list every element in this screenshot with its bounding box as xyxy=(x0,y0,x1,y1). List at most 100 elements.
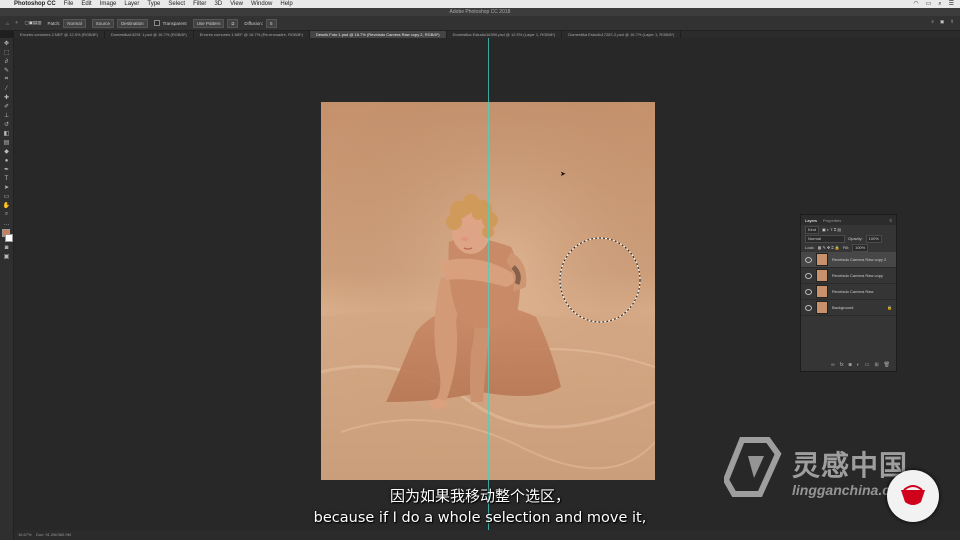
app-menu[interactable]: Photoshop CC xyxy=(14,0,56,8)
pattern-picker[interactable]: ⧄ xyxy=(227,18,239,28)
quick-mask-icon[interactable]: ◙ xyxy=(2,244,11,251)
status-bar: 16.67% Doc: 91.2M/360.9M xyxy=(14,530,960,540)
use-pattern-button[interactable]: Use Pattern xyxy=(192,18,225,28)
crop-tool-icon[interactable]: ⌗ xyxy=(2,76,11,83)
tab-layers[interactable]: Layers xyxy=(805,218,817,223)
blend-mode-select[interactable]: Normal xyxy=(805,234,845,243)
menu-file[interactable]: File xyxy=(64,0,74,8)
opacity-input[interactable]: 100% xyxy=(865,234,882,243)
gradient-tool-icon[interactable]: ▤ xyxy=(2,139,11,146)
lasso-tool-icon[interactable]: ∂ xyxy=(2,58,11,65)
menu-help[interactable]: Help xyxy=(280,0,292,8)
document-tabs: Errores comunes 2.NEF @ 12.5% (RGB/8*) D… xyxy=(14,31,960,38)
screen-mode-icon[interactable]: ▣ xyxy=(2,253,11,260)
menu-select[interactable]: Select xyxy=(168,0,185,8)
panel-menu-icon[interactable]: ≡ xyxy=(890,218,892,223)
menu-view[interactable]: View xyxy=(230,0,243,8)
eye-icon[interactable] xyxy=(805,288,812,295)
macos-menubar: Photoshop CC File Edit Image Layer Type … xyxy=(0,0,960,8)
workspace-icon[interactable]: ▣ xyxy=(940,19,944,25)
layer-thumbnail xyxy=(816,269,828,282)
stamp-tool-icon[interactable]: ⊥ xyxy=(2,112,11,119)
patch-tool-icon[interactable]: ✧ xyxy=(15,20,19,26)
menu-type[interactable]: Type xyxy=(147,0,160,8)
menu-filter[interactable]: Filter xyxy=(193,0,206,8)
menu-window[interactable]: Window xyxy=(251,0,272,8)
menu-edit[interactable]: Edit xyxy=(81,0,91,8)
menu-layer[interactable]: Layer xyxy=(124,0,139,8)
menu-image[interactable]: Image xyxy=(100,0,117,8)
fill-input[interactable]: 100% xyxy=(851,243,869,252)
link-icon[interactable]: ∞ xyxy=(831,362,835,368)
tab-doc-1[interactable]: Errores comunes 2.NEF @ 12.5% (RGB/8*) xyxy=(14,31,105,38)
tab-doc-6[interactable]: Domestika Estudio17287-2.psd @ 16.7% (La… xyxy=(562,31,682,38)
layers-footer: ∞ fx ◙ ◐ ▭ ⊞ 🗑 xyxy=(801,362,896,368)
history-brush-tool-icon[interactable]: ↺ xyxy=(2,121,11,128)
eyedropper-tool-icon[interactable]: ⁄ xyxy=(2,85,11,92)
pen-tool-icon[interactable]: ✒ xyxy=(2,166,11,173)
dodge-tool-icon[interactable]: ● xyxy=(2,157,11,164)
path-select-tool-icon[interactable]: ➤ xyxy=(2,184,11,191)
lock-icons[interactable]: ▦ ✎ ✥ ⌗ 🔒 xyxy=(818,245,840,250)
layer-row[interactable]: Revelado Camera Raw xyxy=(801,284,896,300)
brush-tool-icon[interactable]: ✐ xyxy=(2,103,11,110)
eraser-tool-icon[interactable]: ◧ xyxy=(2,130,11,137)
marquee-tool-icon[interactable]: ⬚ xyxy=(2,49,11,56)
tab-doc-3[interactable]: Errores comunes 1.NEF @ 16.7% (Re-encuad… xyxy=(194,31,310,38)
fill-label: Fill: xyxy=(842,245,849,250)
layer-row[interactable]: Revelado Camera Raw copy xyxy=(801,268,896,284)
spotlight-icon[interactable]: ⌕ xyxy=(938,0,941,8)
patch-select[interactable]: Normal xyxy=(63,18,86,28)
tools-panel: ✥ ⬚ ∂ ✎ ⌗ ⁄ ✚ ✐ ⊥ ↺ ◧ ▤ ◆ ● ✒ T ➤ ▭ ✋ ⌕ … xyxy=(0,38,14,540)
wifi-icon[interactable]: ◠ xyxy=(913,0,918,8)
type-tool-icon[interactable]: T xyxy=(2,175,11,182)
eye-icon[interactable] xyxy=(805,272,812,279)
layer-filter-select[interactable]: Kind xyxy=(805,225,820,234)
patch-selection-marquee[interactable] xyxy=(555,235,655,325)
guide-line[interactable] xyxy=(488,38,489,530)
subtitle-chinese: 因为如果我移动整个选区， xyxy=(389,487,570,505)
tab-properties[interactable]: Properties xyxy=(823,218,841,223)
home-icon[interactable]: ⌂ xyxy=(6,21,9,26)
mask-icon[interactable]: ◙ xyxy=(849,362,852,368)
shape-tool-icon[interactable]: ▭ xyxy=(2,193,11,200)
tab-doc-2[interactable]: Domestika13291 1.psd @ 16.7% (RGB/8*) xyxy=(105,31,194,38)
hand-tool-icon[interactable]: ✋ xyxy=(2,202,11,209)
tab-doc-5[interactable]: Domestika Estudio16390.psd @ 12.5% (Laye… xyxy=(447,31,563,38)
adjustment-icon[interactable]: ◐ xyxy=(857,362,860,368)
group-icon[interactable]: ▭ xyxy=(865,362,870,368)
filter-icons[interactable]: ▣ ◐ T ⌗ ▤ xyxy=(822,227,841,232)
healing-tool-icon[interactable]: ✚ xyxy=(2,94,11,101)
transparent-label: Transparent xyxy=(162,20,187,26)
zoom-tool-icon[interactable]: ⌕ xyxy=(2,211,11,218)
destination-button[interactable]: Destination xyxy=(117,18,148,28)
eye-icon[interactable] xyxy=(805,256,812,263)
opacity-label: Opacity: xyxy=(848,236,863,241)
menu-list-icon[interactable]: ☰ xyxy=(949,0,954,8)
tab-doc-4-active[interactable]: Desnik Foto 1.psd @ 16.7% (Revelado Came… xyxy=(309,31,447,38)
window-title: Adobe Photoshop CC 2018 xyxy=(0,8,960,16)
options-bar: ⌂ ✧ ▢▣▤▥ Patch: Normal Source Destinatio… xyxy=(0,16,960,31)
fx-icon[interactable]: fx xyxy=(840,362,844,368)
transparent-checkbox[interactable] xyxy=(153,20,160,26)
eye-icon[interactable] xyxy=(805,304,812,311)
share-icon[interactable]: ⇪ xyxy=(950,19,954,25)
layer-thumbnail xyxy=(816,301,828,314)
zoom-level[interactable]: 16.67% xyxy=(18,532,32,537)
blur-tool-icon[interactable]: ◆ xyxy=(2,148,11,155)
diffusion-input[interactable]: 5 xyxy=(266,18,277,28)
quick-select-tool-icon[interactable]: ✎ xyxy=(2,67,11,74)
new-layer-icon[interactable]: ⊞ xyxy=(874,362,878,368)
trash-icon[interactable]: 🗑 xyxy=(884,362,890,368)
search-icon[interactable]: ⌕ xyxy=(931,19,934,25)
battery-icon[interactable]: ▭ xyxy=(926,0,932,8)
background-color-swatch[interactable] xyxy=(5,234,13,242)
selection-mode-icons[interactable]: ▢▣▤▥ xyxy=(25,20,42,26)
layer-row[interactable]: Background 🔒 xyxy=(801,300,896,316)
source-button[interactable]: Source xyxy=(91,18,115,28)
more-tools-icon[interactable]: … xyxy=(2,220,11,227)
move-tool-icon[interactable]: ✥ xyxy=(2,40,11,47)
layer-row[interactable]: Revelado Camera Raw copy 2 xyxy=(801,252,896,268)
layer-thumbnail xyxy=(816,285,828,298)
menu-3d[interactable]: 3D xyxy=(214,0,222,8)
